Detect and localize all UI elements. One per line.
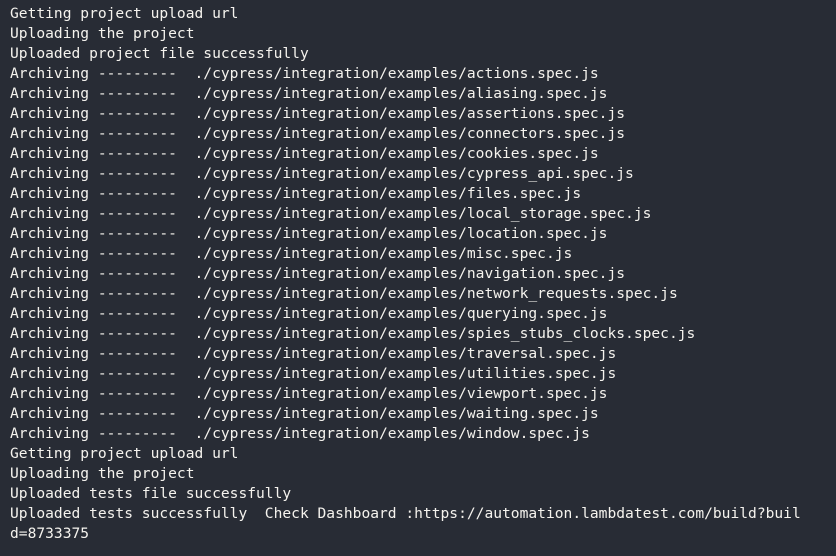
terminal-line-text: Getting project upload url xyxy=(10,5,239,22)
terminal-line: Uploaded tests successfully Check Dashbo… xyxy=(10,504,836,524)
terminal-line-text: Archiving --------- ./cypress/integratio… xyxy=(10,345,617,362)
terminal-line-text: Archiving --------- ./cypress/integratio… xyxy=(10,405,599,422)
terminal-line: Getting project upload url xyxy=(10,4,836,24)
terminal-line: Archiving --------- ./cypress/integratio… xyxy=(10,404,836,424)
terminal-line: Archiving --------- ./cypress/integratio… xyxy=(10,384,836,404)
terminal-line: Uploaded project file successfully xyxy=(10,44,836,64)
terminal-line: Archiving --------- ./cypress/integratio… xyxy=(10,284,836,304)
terminal-line: Archiving --------- ./cypress/integratio… xyxy=(10,64,836,84)
terminal-line-text: Archiving --------- ./cypress/integratio… xyxy=(10,225,608,242)
terminal-line: d=8733375 xyxy=(10,524,836,544)
terminal-line: Archiving --------- ./cypress/integratio… xyxy=(10,304,836,324)
terminal-line-text: Uploading the project xyxy=(10,25,195,42)
terminal-line: Archiving --------- ./cypress/integratio… xyxy=(10,164,836,184)
terminal-line: Archiving --------- ./cypress/integratio… xyxy=(10,144,836,164)
terminal-line-text: Archiving --------- ./cypress/integratio… xyxy=(10,105,626,122)
terminal-line-text: Archiving --------- ./cypress/integratio… xyxy=(10,265,626,282)
terminal-line-text: Archiving --------- ./cypress/integratio… xyxy=(10,385,608,402)
terminal-line: Archiving --------- ./cypress/integratio… xyxy=(10,204,836,224)
terminal-line: Archiving --------- ./cypress/integratio… xyxy=(10,264,836,284)
terminal-line-text: Archiving --------- ./cypress/integratio… xyxy=(10,145,599,162)
terminal-line-text: Archiving --------- ./cypress/integratio… xyxy=(10,65,599,82)
terminal-line-text: Uploaded tests file successfully xyxy=(10,485,292,502)
terminal-line-text: Uploaded project file successfully xyxy=(10,45,309,62)
terminal-line-text: Archiving --------- ./cypress/integratio… xyxy=(10,285,678,302)
terminal-line-text: Archiving --------- ./cypress/integratio… xyxy=(10,85,608,102)
terminal-line-text: Archiving --------- ./cypress/integratio… xyxy=(10,425,590,442)
terminal-line: Archiving --------- ./cypress/integratio… xyxy=(10,244,836,264)
terminal-line: Archiving --------- ./cypress/integratio… xyxy=(10,84,836,104)
terminal-line: Archiving --------- ./cypress/integratio… xyxy=(10,424,836,444)
terminal-line-text: Getting project upload url xyxy=(10,445,239,462)
terminal-line-text: Archiving --------- ./cypress/integratio… xyxy=(10,185,582,202)
terminal-line: Archiving --------- ./cypress/integratio… xyxy=(10,184,836,204)
terminal-line-text: d=8733375 xyxy=(10,525,90,542)
terminal-line: Uploaded tests file successfully xyxy=(10,484,836,504)
terminal-line-text: Archiving --------- ./cypress/integratio… xyxy=(10,305,608,322)
terminal-line: Archiving --------- ./cypress/integratio… xyxy=(10,224,836,244)
terminal-line: Getting project upload url xyxy=(10,444,836,464)
terminal-line-text: Archiving --------- ./cypress/integratio… xyxy=(10,125,626,142)
terminal-line-text: Archiving --------- ./cypress/integratio… xyxy=(10,205,652,222)
terminal-line: Archiving --------- ./cypress/integratio… xyxy=(10,344,836,364)
terminal-line: Archiving --------- ./cypress/integratio… xyxy=(10,124,836,144)
terminal-line: Uploading the project xyxy=(10,24,836,44)
terminal-line-text: Archiving --------- ./cypress/integratio… xyxy=(10,245,573,262)
terminal-line-text: Uploaded tests successfully Check Dashbo… xyxy=(10,505,801,522)
terminal-line: Archiving --------- ./cypress/integratio… xyxy=(10,104,836,124)
terminal-line: Archiving --------- ./cypress/integratio… xyxy=(10,364,836,384)
terminal-line-text: Archiving --------- ./cypress/integratio… xyxy=(10,165,634,182)
terminal-line: Uploading the project xyxy=(10,464,836,484)
terminal-line: Archiving --------- ./cypress/integratio… xyxy=(10,324,836,344)
terminal-line-text: Uploading the project xyxy=(10,465,195,482)
terminal-output-pane[interactable]: Getting project upload url Uploading the … xyxy=(0,0,836,556)
terminal-line-text: Archiving --------- ./cypress/integratio… xyxy=(10,365,617,382)
terminal-line-text: Archiving --------- ./cypress/integratio… xyxy=(10,325,696,342)
